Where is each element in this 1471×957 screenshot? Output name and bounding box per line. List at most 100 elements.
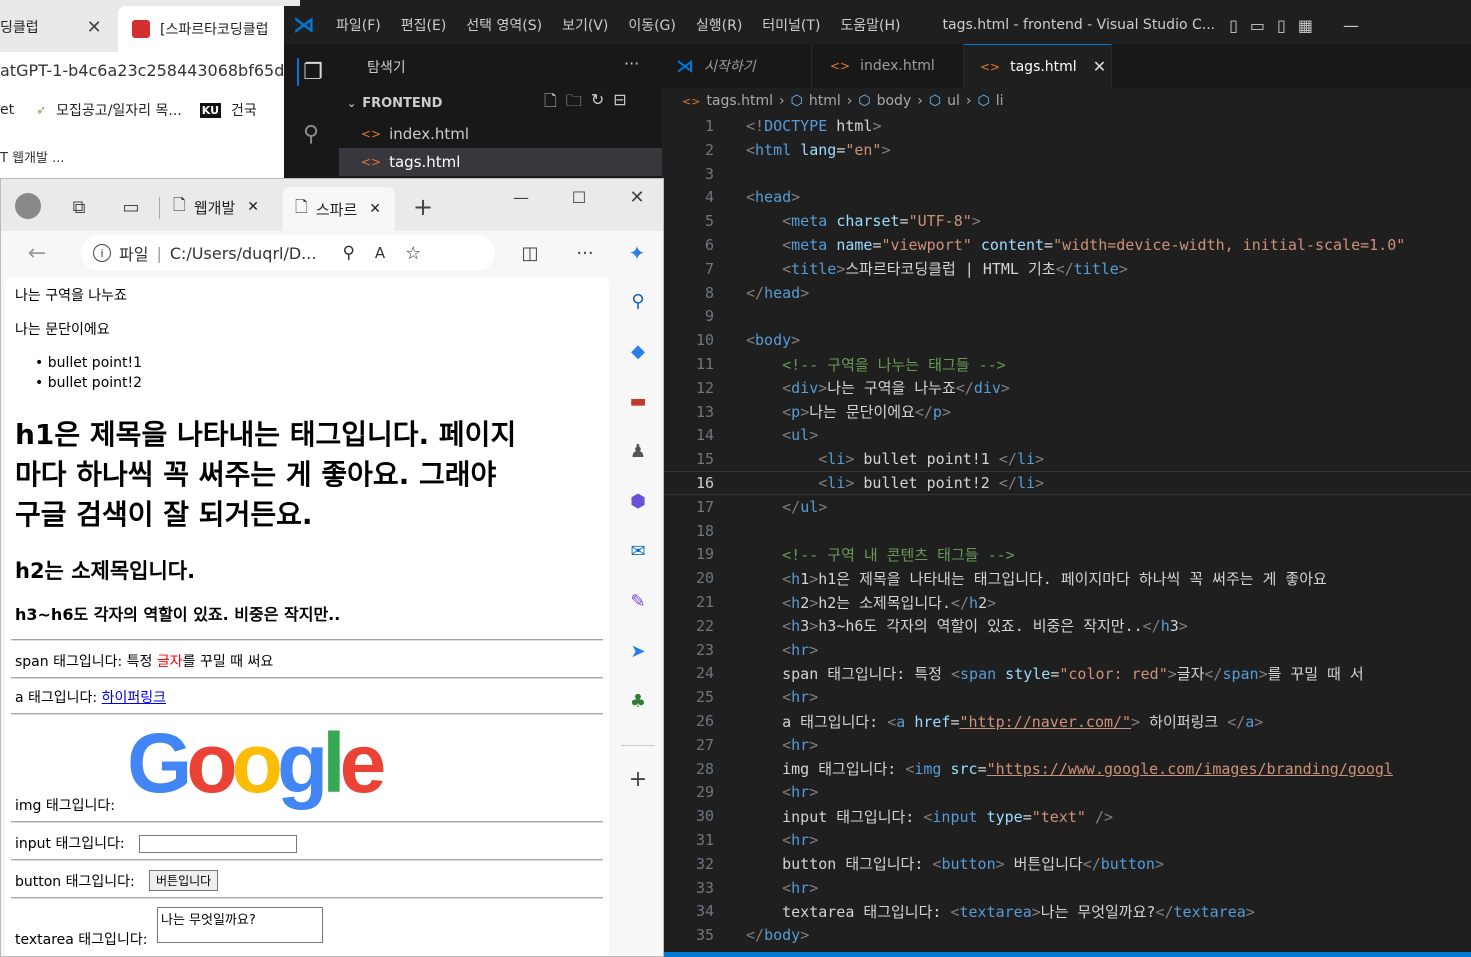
code-line[interactable]: 13 <p>나는 문단이에요</p> xyxy=(662,400,1471,424)
breadcrumb-item[interactable]: tags.html xyxy=(706,93,773,109)
copilot-icon[interactable]: ✦ xyxy=(623,239,651,267)
code-line[interactable]: 4 <head> xyxy=(662,185,1471,209)
toggle-sidebar-icon[interactable]: ▯ xyxy=(1229,16,1238,35)
add-icon[interactable]: + xyxy=(624,765,652,793)
code-line[interactable]: 19 <!-- 구역 내 콘텐츠 태그들 --> xyxy=(662,542,1471,566)
code-line[interactable]: 21 <h2>h2는 소제목입니다.</h2> xyxy=(662,590,1471,614)
minimize-icon[interactable]: — xyxy=(1343,16,1359,35)
code-line[interactable]: 5 <meta charset="UTF-8"> xyxy=(662,209,1471,233)
code-line[interactable]: 31 <hr> xyxy=(662,828,1471,852)
code-line[interactable]: 10 <body> xyxy=(662,328,1471,352)
menu-go[interactable]: 이동(G) xyxy=(628,15,676,35)
split-screen-icon[interactable]: ◫ xyxy=(516,239,544,267)
code-line[interactable]: 27 <hr> xyxy=(662,733,1471,757)
file-tags-html[interactable]: <> tags.html xyxy=(339,148,662,176)
code-line[interactable]: 2 <html lang="en"> xyxy=(662,138,1471,162)
bookmark-item[interactable]: 건국 xyxy=(231,100,257,120)
code-line[interactable]: 20 <h1>h1은 제목을 나타내는 태그입니다. 페이지마다 하나씩 꼭 써… xyxy=(662,566,1471,590)
edge-tab-2[interactable]: 🗋 스파르 ✕ xyxy=(283,187,395,231)
menu-help[interactable]: 도움말(H) xyxy=(840,15,900,35)
demo-button[interactable]: 버튼입니다 xyxy=(149,870,219,891)
tab-index-html[interactable]: <> index.html xyxy=(812,44,964,88)
code-line[interactable]: 7 <title>스파르타코딩클럽 | HTML 기초</title> xyxy=(662,257,1471,281)
file-index-html[interactable]: <> index.html xyxy=(339,120,662,148)
background-tab-1[interactable]: 딩클럽 ✕ xyxy=(0,8,110,46)
code-line[interactable]: 15 <li> bullet point!1 </li> xyxy=(662,447,1471,471)
search-icon[interactable]: ⚲ xyxy=(624,287,652,315)
code-line[interactable]: 29 <hr> xyxy=(662,780,1471,804)
toggle-secondary-sidebar-icon[interactable]: ▯ xyxy=(1277,16,1286,35)
breadcrumb-item[interactable]: body xyxy=(877,93,912,109)
code-line[interactable]: 33 <hr> xyxy=(662,876,1471,900)
background-address-bar[interactable]: atGPT-1-b4c6a23c258443068bf65d4 xyxy=(0,52,300,88)
workspaces-icon[interactable]: ⧉ xyxy=(65,193,93,221)
breadcrumb-item[interactable]: html xyxy=(809,93,841,109)
new-folder-icon[interactable]: 🗀 xyxy=(566,90,582,117)
code-line[interactable]: 34 textarea 태그입니다: <textarea>나는 무엇일까요?</… xyxy=(662,899,1471,923)
favorite-star-icon[interactable]: ☆ xyxy=(405,243,421,264)
profile-avatar-icon[interactable] xyxy=(15,193,41,219)
explorer-icon[interactable]: ❐ xyxy=(297,58,327,86)
code-line[interactable]: 22 <h3>h3~h6도 각자의 역할이 있죠. 비중은 작지만..</h3> xyxy=(662,614,1471,638)
breadcrumb-item[interactable]: ul xyxy=(947,93,960,109)
menu-selection[interactable]: 선택 영역(S) xyxy=(466,15,542,35)
close-icon[interactable]: ✕ xyxy=(369,201,381,217)
textarea-field[interactable]: 나는 무엇일까요? xyxy=(157,907,323,943)
background-tab-2[interactable]: [스파르타코딩클럽 xyxy=(118,6,298,52)
info-icon[interactable]: i xyxy=(93,244,111,262)
zoom-icon[interactable]: ⚲ xyxy=(342,243,354,263)
text-input[interactable] xyxy=(139,835,297,853)
url-field[interactable]: i 파일 | C:/Users/duqrl/D... ⚲ A ☆ xyxy=(81,235,495,271)
close-icon[interactable]: ✕ xyxy=(1093,57,1106,76)
code-line[interactable]: 18 xyxy=(662,519,1471,543)
close-icon[interactable]: ✕ xyxy=(87,17,102,38)
collapse-all-icon[interactable]: ⊟ xyxy=(613,90,626,117)
code-line[interactable]: 17 </ul> xyxy=(662,495,1471,519)
refresh-icon[interactable]: ↻ xyxy=(591,90,604,117)
code-line[interactable]: 25 <hr> xyxy=(662,685,1471,709)
new-tab-icon[interactable]: + xyxy=(409,193,437,221)
code-line[interactable]: 8 </head> xyxy=(662,281,1471,305)
code-line[interactable]: 12 <div>나는 구역을 나누죠</div> xyxy=(662,376,1471,400)
tab-actions-icon[interactable]: ▭ xyxy=(117,193,145,221)
customize-layout-icon[interactable]: ▦ xyxy=(1298,16,1313,35)
read-aloud-icon[interactable]: A xyxy=(375,244,385,262)
menu-view[interactable]: 보기(V) xyxy=(562,15,608,35)
games-icon[interactable]: ♟ xyxy=(624,437,652,465)
code-line[interactable]: 9 xyxy=(662,304,1471,328)
edge-tab-1[interactable]: 🗋 웹개발 ✕ xyxy=(173,189,277,225)
code-line[interactable]: 14 <ul> xyxy=(662,423,1471,447)
code-line[interactable]: 32 button 태그입니다: <button> 버튼입니다</button> xyxy=(662,852,1471,876)
code-line[interactable]: 30 input 태그입니다: <input type="text" /> xyxy=(662,804,1471,828)
back-icon[interactable]: ← xyxy=(23,239,51,267)
tree-icon[interactable]: ♣ xyxy=(624,687,652,715)
code-line[interactable]: 28 img 태그입니다: <img src="https://www.goog… xyxy=(662,757,1471,781)
menu-terminal[interactable]: 터미널(T) xyxy=(762,15,820,35)
breadcrumb-item[interactable]: li xyxy=(996,93,1004,109)
tab-tags-html[interactable]: <> tags.html ✕ xyxy=(964,44,1112,88)
more-actions-icon[interactable]: ··· xyxy=(624,54,639,73)
send-icon[interactable]: ➤ xyxy=(624,637,652,665)
menu-edit[interactable]: 편집(E) xyxy=(401,15,447,35)
bookmark-item[interactable]: 모집공고/일자리 목... xyxy=(56,100,182,120)
outlook-icon[interactable]: ✉ xyxy=(624,537,652,565)
bookmark-item[interactable]: et xyxy=(0,102,14,118)
minimize-icon[interactable]: — xyxy=(507,183,535,211)
code-editor[interactable]: 1 <!DOCTYPE html> 2 <html lang="en"> 3 4 <head… xyxy=(662,114,1471,954)
code-line[interactable]: 26 a 태그입니다: <a href="http://naver.com/">… xyxy=(662,709,1471,733)
code-line[interactable]: 35 </body> xyxy=(662,923,1471,947)
menu-run[interactable]: 실행(R) xyxy=(696,15,742,35)
code-line[interactable]: 11 <!-- 구역을 나누는 태그들 --> xyxy=(662,352,1471,376)
tools-icon[interactable]: ▬ xyxy=(624,387,652,415)
code-line[interactable]: 23 <hr> xyxy=(662,638,1471,662)
maximize-icon[interactable]: ☐ xyxy=(565,183,593,211)
close-icon[interactable]: ✕ xyxy=(247,199,259,215)
code-line[interactable]: 16 <li> bullet point!2 </li> xyxy=(662,471,1471,495)
shopping-tag-icon[interactable]: ◆ xyxy=(624,337,652,365)
search-icon[interactable]: ⚲ xyxy=(297,120,325,148)
code-line[interactable]: 6 <meta name="viewport" content="width=d… xyxy=(662,233,1471,257)
tab-welcome[interactable]: ⋊ 시작하기 xyxy=(662,44,812,88)
hyperlink[interactable]: 하이퍼링크 xyxy=(102,690,166,706)
more-icon[interactable]: ··· xyxy=(571,239,599,267)
designer-icon[interactable]: ✎ xyxy=(624,587,652,615)
